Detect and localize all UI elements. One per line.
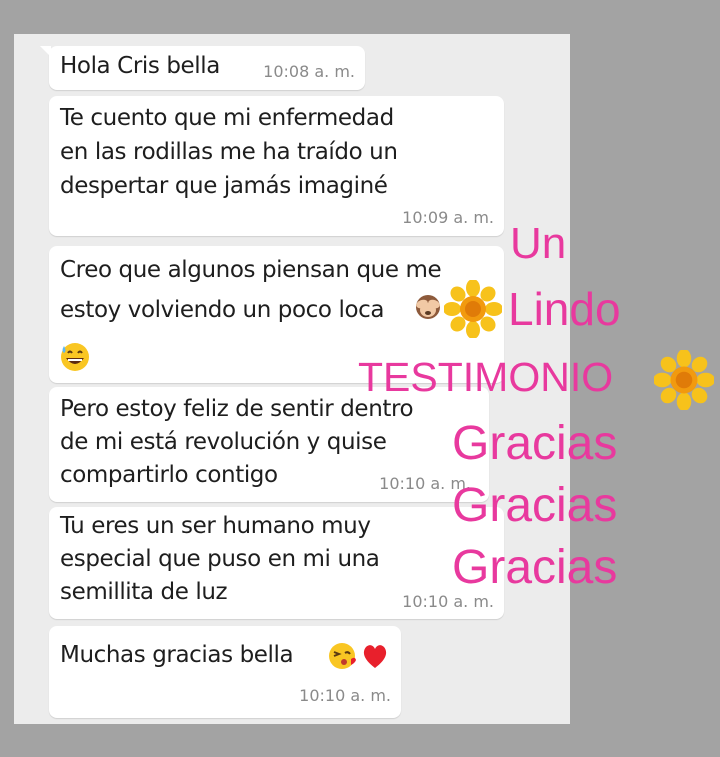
sunflower-icon <box>444 280 502 338</box>
red-heart-emoji <box>363 645 387 668</box>
overlay-text-gracias-1: Gracias <box>452 417 618 470</box>
message-time: 10:10 a. m. <box>299 686 391 705</box>
overlay-text-lindo: Lindo <box>508 283 621 335</box>
overlay-text-gracias-3: Gracias <box>452 541 618 594</box>
message-bubble[interactable]: Tu eres un ser humano muy especial que p… <box>49 507 504 619</box>
message-text: Muchas gracias bella <box>60 642 294 668</box>
message-text: Tu eres un ser humano muy especial que p… <box>60 513 380 605</box>
message-time: 10:10 a. m. <box>402 592 494 611</box>
message-bubble[interactable]: Pero estoy feliz de sentir dentro de mi … <box>49 387 489 502</box>
message-time: 10:09 a. m. <box>402 208 494 227</box>
sunflower-icon <box>654 350 714 410</box>
kiss-face-emoji <box>329 643 356 669</box>
message-bubble[interactable]: Te cuento que mi enfermedad en las rodil… <box>49 96 504 236</box>
bubble-tail <box>40 46 51 57</box>
overlay-text-un: Un <box>510 219 567 268</box>
overlay-text-gracias-2: Gracias <box>452 479 618 532</box>
message-text: Pero estoy feliz de sentir dentro de mi … <box>60 396 414 488</box>
message-bubble[interactable]: Muchas gracias bella 10:10 a. m. <box>49 626 401 718</box>
overlay-text-testimonio: TESTIMONIO <box>358 354 614 400</box>
message-text: Hola Cris bella <box>60 53 220 79</box>
message-bubble[interactable]: Hola Cris bella 10:08 a. m. <box>40 46 365 90</box>
see-no-evil-monkey-emoji <box>416 295 440 319</box>
message-text: Te cuento que mi enfermedad en las rodil… <box>60 105 398 199</box>
message-text: Creo que algunos piensan que me estoy vo… <box>60 257 442 323</box>
grinning-sweat-emoji <box>61 343 89 371</box>
message-time: 10:08 a. m. <box>263 62 355 81</box>
